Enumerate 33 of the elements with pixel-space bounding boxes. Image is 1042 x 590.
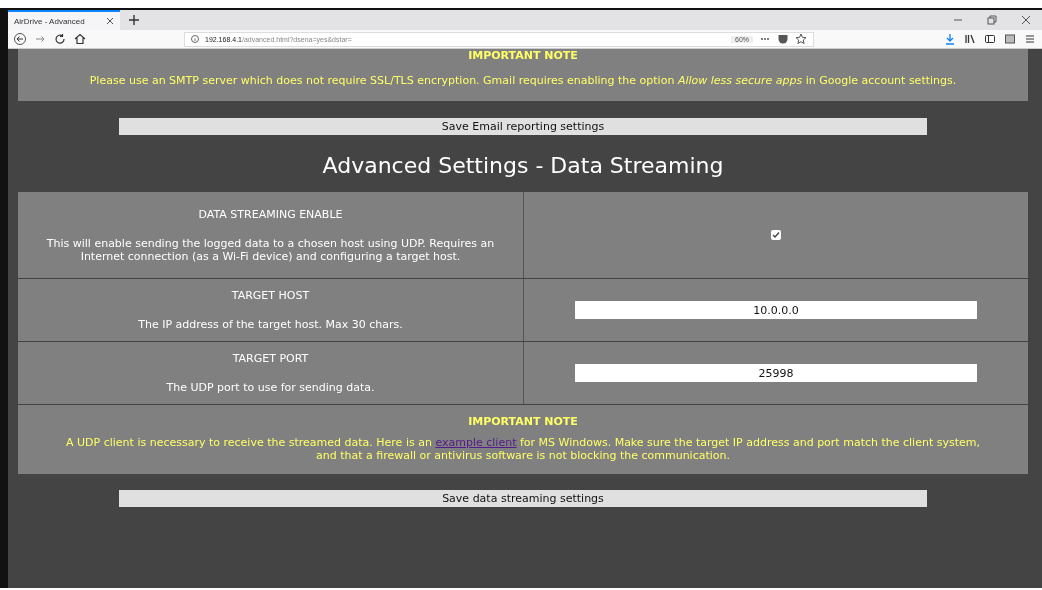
home-icon[interactable]	[74, 33, 86, 45]
note-title: IMPORTANT NOTE	[467, 415, 579, 428]
restore-icon[interactable]	[986, 14, 998, 26]
note-text: A UDP client is necessary to receive the streamed data. Here is an example client for MS Windows. Make sure the target IP address and port match the client system, and that a firewall or antivirus software is not blocking the communication.	[65, 436, 981, 462]
close-icon[interactable]	[106, 17, 114, 25]
section-heading: Advanced Settings - Data Streaming	[321, 153, 725, 178]
reload-icon[interactable]	[54, 33, 66, 45]
save-button[interactable]: Save data streaming settings	[119, 490, 927, 507]
input-field[interactable]: 25998	[575, 364, 977, 382]
setting-label: DATA STREAMING ENABLE	[198, 207, 343, 221]
new-tab-icon[interactable]	[128, 14, 140, 26]
info-icon[interactable]	[191, 35, 199, 43]
back-icon[interactable]	[14, 33, 26, 45]
reader-icon[interactable]	[1004, 33, 1016, 45]
note-text: Please use an SMTP server which does not require SSL/TLS encryption. Gmail requires enabling the option Allow less secure apps in Google account settings.	[88, 74, 958, 87]
tab-title: AirDrive - Advanced	[14, 16, 85, 26]
checkbox[interactable]	[771, 230, 781, 240]
setting-description: This will enable sending the logged data to a chosen host using UDP. Requires an Internet connection (as a Wi-Fi device) and configuring a target host.	[45, 236, 496, 263]
setting-description: The IP address of the target host. Max 30 chars.	[138, 318, 403, 331]
download-icon[interactable]	[944, 33, 956, 45]
setting-description: The UDP port to use for sending data.	[166, 381, 375, 394]
browser-tab[interactable]: AirDrive - Advanced	[8, 10, 120, 30]
note-title: IMPORTANT NOTE	[467, 49, 579, 62]
setting-label: TARGET PORT	[232, 352, 309, 365]
menu-icon[interactable]	[1024, 33, 1036, 45]
library-icon[interactable]	[964, 33, 976, 45]
input-field[interactable]: 10.0.0.0	[575, 301, 977, 319]
setting-label: TARGET HOST	[231, 289, 310, 302]
pocket-icon[interactable]	[777, 33, 789, 45]
star-icon[interactable]	[795, 33, 807, 45]
save-button[interactable]: Save Email reporting settings	[119, 118, 927, 135]
close-icon[interactable]	[1020, 14, 1032, 26]
sidebar-icon[interactable]	[984, 33, 996, 45]
